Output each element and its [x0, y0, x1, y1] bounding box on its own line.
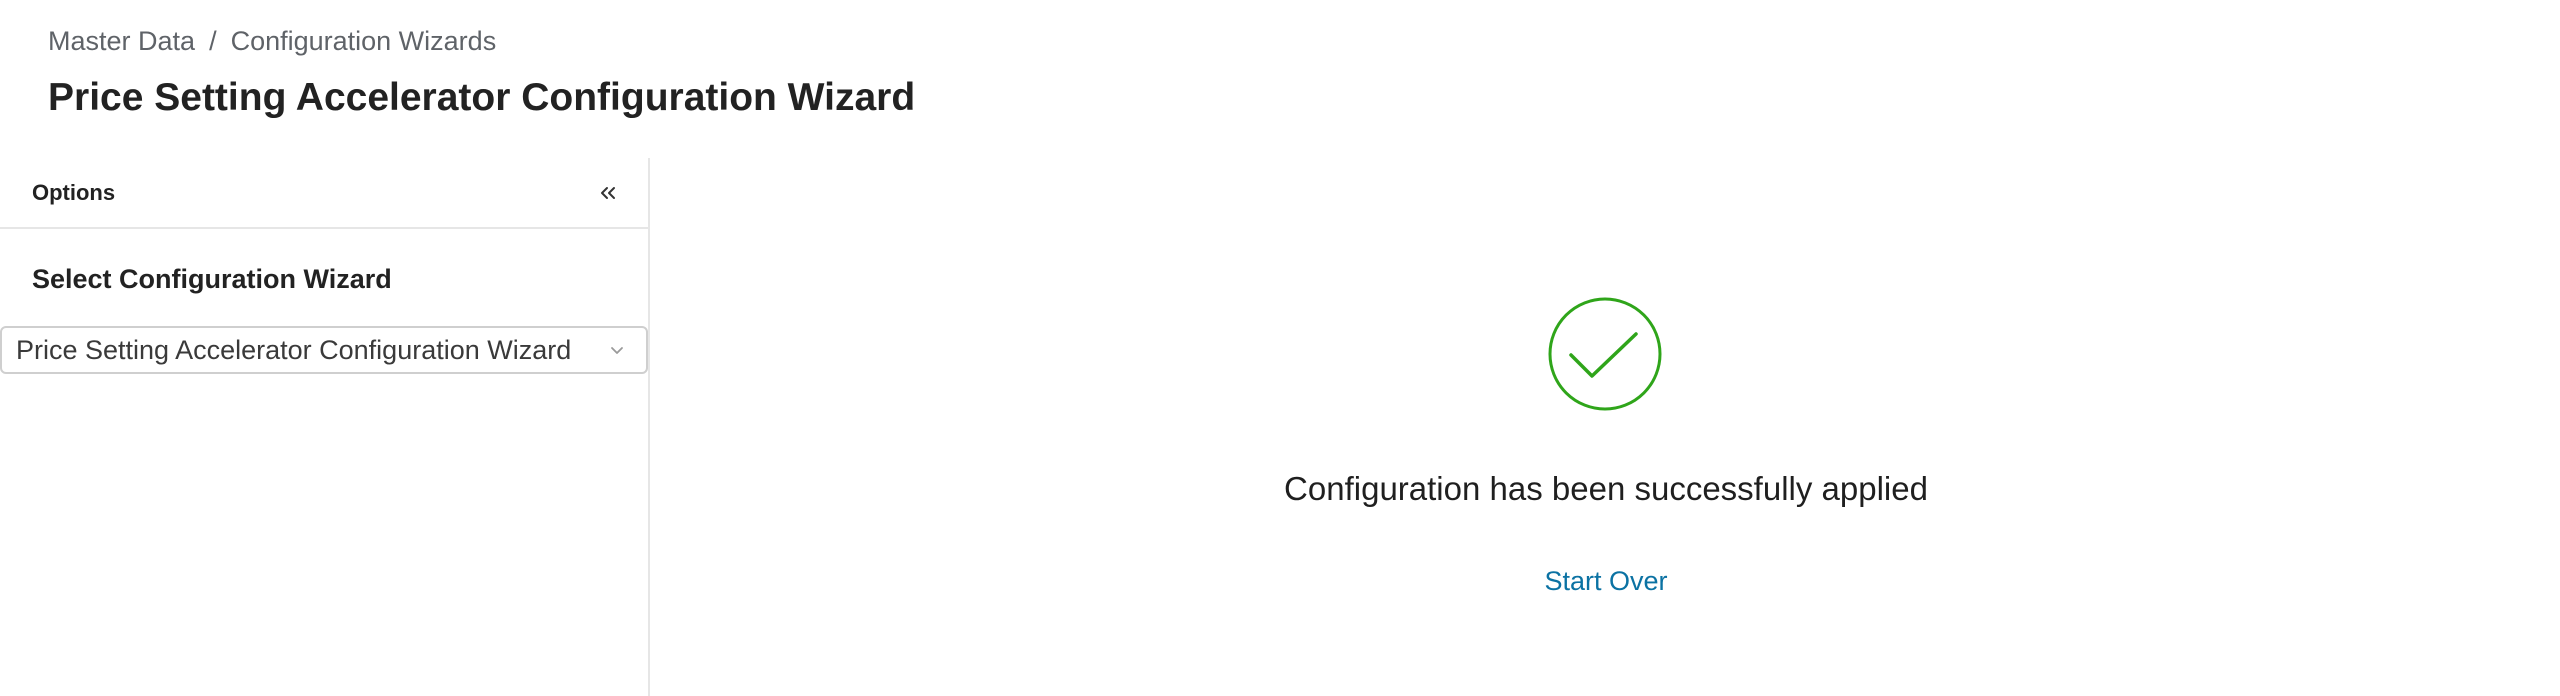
sidebar-title: Options — [32, 179, 116, 205]
select-wizard-label: Select Configuration Wizard — [32, 264, 392, 294]
breadcrumb: Master Data / Configuration Wizards — [48, 26, 496, 57]
options-sidebar: Options Select Configuration Wizard Pric… — [0, 158, 650, 696]
breadcrumb-master-data[interactable]: Master Data — [48, 26, 195, 57]
breadcrumb-configuration-wizards[interactable]: Configuration Wizards — [231, 26, 497, 57]
page-header: Master Data / Configuration Wizards Pric… — [0, 0, 2560, 158]
success-message: Configuration has been successfully appl… — [1284, 470, 1928, 507]
double-chevron-left-icon — [601, 186, 615, 199]
check-circle-icon — [1548, 297, 1662, 411]
sidebar-header: Options — [0, 158, 648, 229]
page-title: Price Setting Accelerator Configuration … — [48, 76, 916, 119]
main-content: Configuration has been successfully appl… — [652, 158, 2560, 696]
collapse-sidebar-button[interactable] — [592, 177, 624, 209]
wizard-select-value: Price Setting Accelerator Configuration … — [16, 334, 572, 365]
start-over-container: Start Over — [652, 566, 2560, 597]
chevron-down-icon — [606, 339, 628, 361]
breadcrumb-separator: / — [209, 26, 217, 56]
wizard-select-dropdown[interactable]: Price Setting Accelerator Configuration … — [0, 326, 648, 374]
start-over-link[interactable]: Start Over — [1544, 566, 1667, 596]
